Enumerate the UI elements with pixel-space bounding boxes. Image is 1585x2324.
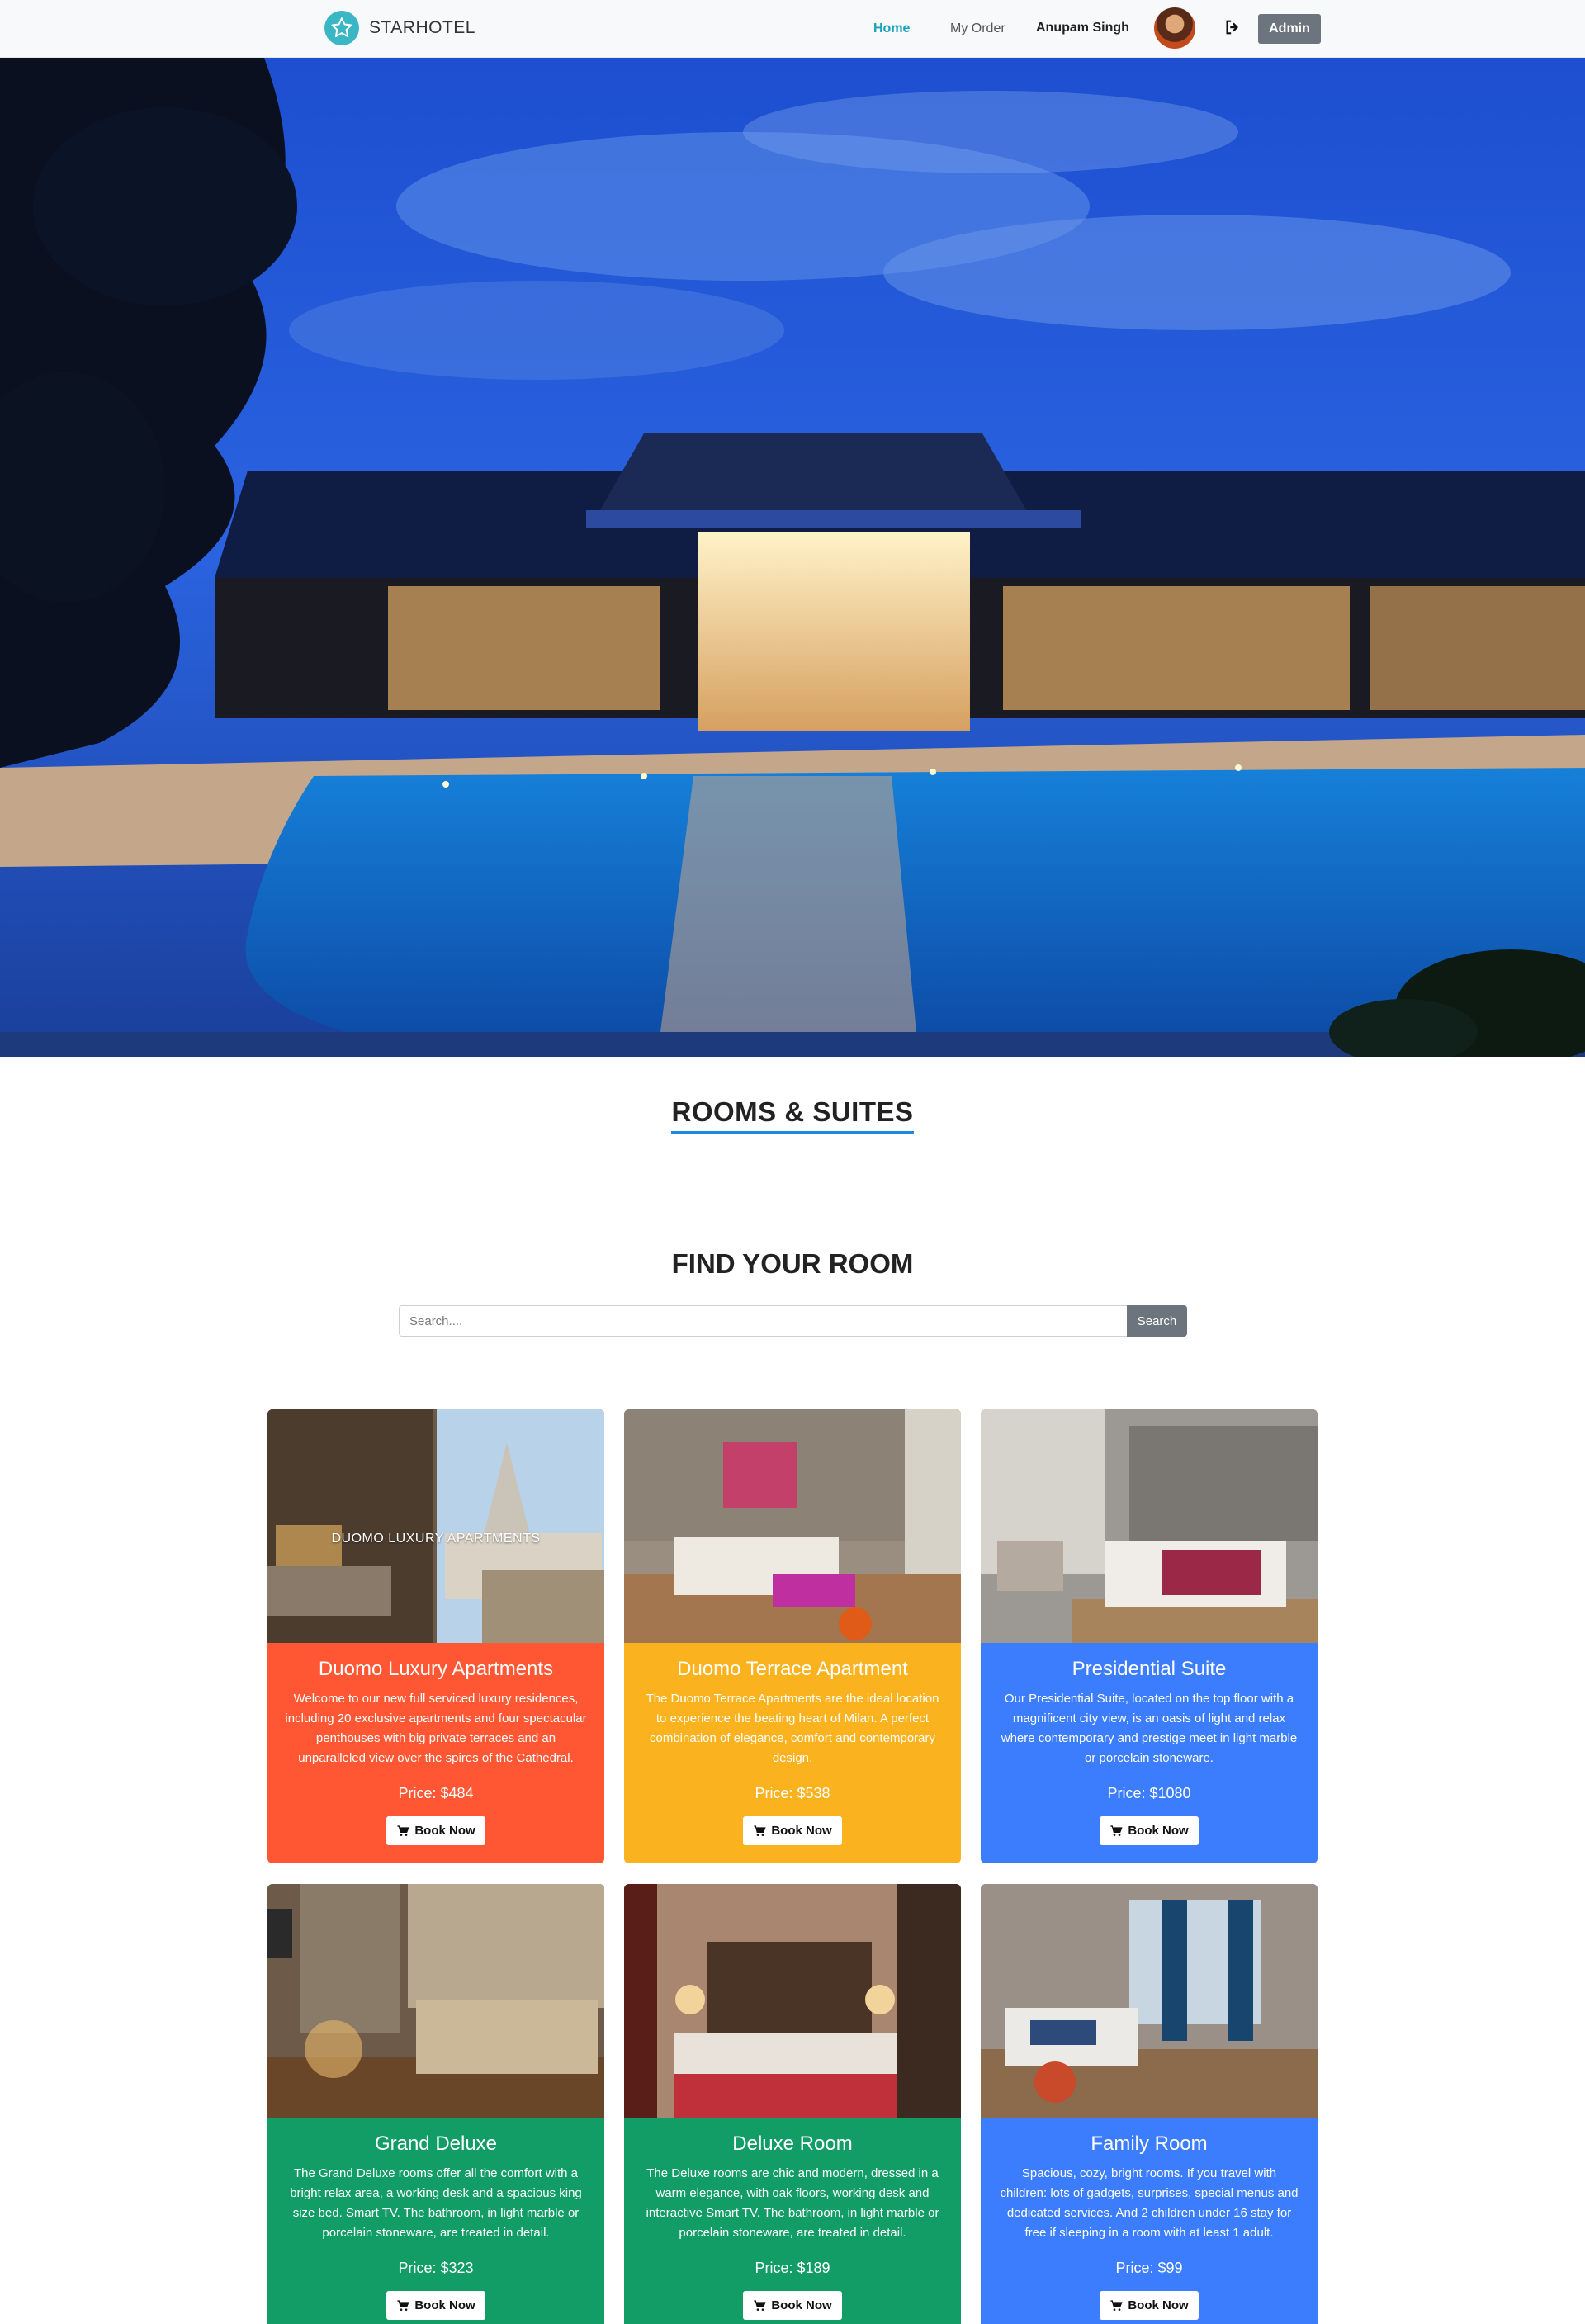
room-description: Spacious, cozy, bright rooms. If you tra…	[1000, 2166, 1299, 2240]
cart-icon	[754, 2299, 766, 2311]
room-card-duomo-luxury: DUOMO LUXURY APARTMENTS Duomo Luxury Apa…	[267, 1409, 604, 1863]
room-title: Presidential Suite	[1072, 1658, 1227, 1680]
cart-icon	[397, 1825, 409, 1836]
star-logo-icon	[324, 11, 359, 45]
search-button[interactable]: Search	[1127, 1305, 1187, 1337]
nav-my-order-link[interactable]: My Order	[950, 21, 1005, 36]
room-price: Price: $538	[755, 1785, 830, 1801]
cart-icon	[1110, 1825, 1123, 1836]
navbar: STARHOTEL Home My Order Anupam Singh Adm…	[0, 0, 1585, 58]
room-price: Price: $484	[398, 1785, 474, 1801]
room-card-grand-deluxe: Grand Deluxe The Grand Deluxe rooms offe…	[267, 1884, 604, 2324]
image-caption: DUOMO LUXURY APARTMENTS	[331, 1531, 541, 1545]
room-image-grand-deluxe	[267, 1884, 604, 2118]
room-price: Price: $1080	[1107, 1785, 1191, 1801]
brand[interactable]: STARHOTEL	[324, 11, 476, 45]
room-description: The Duomo Terrace Apartments are the ide…	[646, 1692, 939, 1765]
room-image-duomo-terrace	[624, 1409, 961, 1643]
room-card-presidential-suite: Presidential Suite Our Presidential Suit…	[981, 1409, 1318, 1863]
room-card-duomo-terrace: Duomo Terrace Apartment The Duomo Terrac…	[624, 1409, 961, 1863]
room-price: Price: $99	[1115, 2260, 1183, 2276]
room-image-family-room	[981, 1884, 1318, 2118]
cart-icon	[397, 2299, 409, 2311]
room-description: Our Presidential Suite, located on the t…	[1001, 1692, 1298, 1765]
room-description: The Deluxe rooms are chic and modern, dr…	[646, 2166, 939, 2240]
room-title: Family Room	[1091, 2132, 1208, 2155]
find-room-heading: FIND YOUR ROOM	[671, 1248, 914, 1279]
book-now-label: Book Now	[1128, 1824, 1189, 1838]
room-image-duomo-luxury: DUOMO LUXURY APARTMENTS	[267, 1409, 604, 1643]
hero-image	[0, 58, 1585, 1057]
book-now-button[interactable]: Book Now	[743, 2291, 842, 2320]
cart-icon	[1110, 2299, 1123, 2311]
search-bar: Search	[399, 1305, 1187, 1337]
book-now-button[interactable]: Book Now	[386, 1816, 485, 1845]
room-title: Duomo Terrace Apartment	[677, 1658, 908, 1680]
book-now-label: Book Now	[414, 2298, 476, 2312]
room-card-deluxe-room: Deluxe Room The Deluxe rooms are chic an…	[624, 1884, 961, 2324]
room-description: Welcome to our new full serviced luxury …	[285, 1692, 587, 1765]
book-now-button[interactable]: Book Now	[1100, 2291, 1199, 2320]
rooms-suites-title: ROOMS & SUITES	[671, 1096, 914, 1134]
search-input[interactable]	[399, 1305, 1127, 1337]
room-image-presidential-suite	[981, 1409, 1318, 1643]
rooms-suites-heading: ROOMS & SUITES	[0, 1096, 1585, 1134]
user-name[interactable]: Anupam Singh	[1036, 21, 1129, 35]
cart-icon	[754, 1825, 766, 1836]
room-description: The Grand Deluxe rooms offer all the com…	[290, 2166, 582, 2240]
admin-button[interactable]: Admin	[1258, 14, 1321, 44]
nav-home-link[interactable]: Home	[873, 21, 910, 36]
avatar[interactable]	[1154, 7, 1195, 49]
book-now-label: Book Now	[414, 1824, 476, 1838]
room-title: Duomo Luxury Apartments	[318, 1658, 554, 1680]
book-now-label: Book Now	[771, 2298, 832, 2312]
logout-icon[interactable]	[1222, 17, 1243, 38]
book-now-button[interactable]: Book Now	[1100, 1816, 1199, 1845]
book-now-label: Book Now	[771, 1824, 832, 1838]
brand-name: STARHOTEL	[369, 18, 476, 37]
book-now-button[interactable]: Book Now	[386, 2291, 485, 2320]
room-card-family-room: Family Room Spacious, cozy, bright rooms…	[981, 1884, 1318, 2324]
room-title: Deluxe Room	[732, 2132, 853, 2155]
book-now-button[interactable]: Book Now	[743, 1816, 842, 1845]
room-price: Price: $323	[398, 2260, 474, 2276]
room-price: Price: $189	[755, 2260, 830, 2276]
room-image-deluxe-room	[624, 1884, 961, 2118]
book-now-label: Book Now	[1128, 2298, 1189, 2312]
room-title: Grand Deluxe	[374, 2132, 498, 2155]
